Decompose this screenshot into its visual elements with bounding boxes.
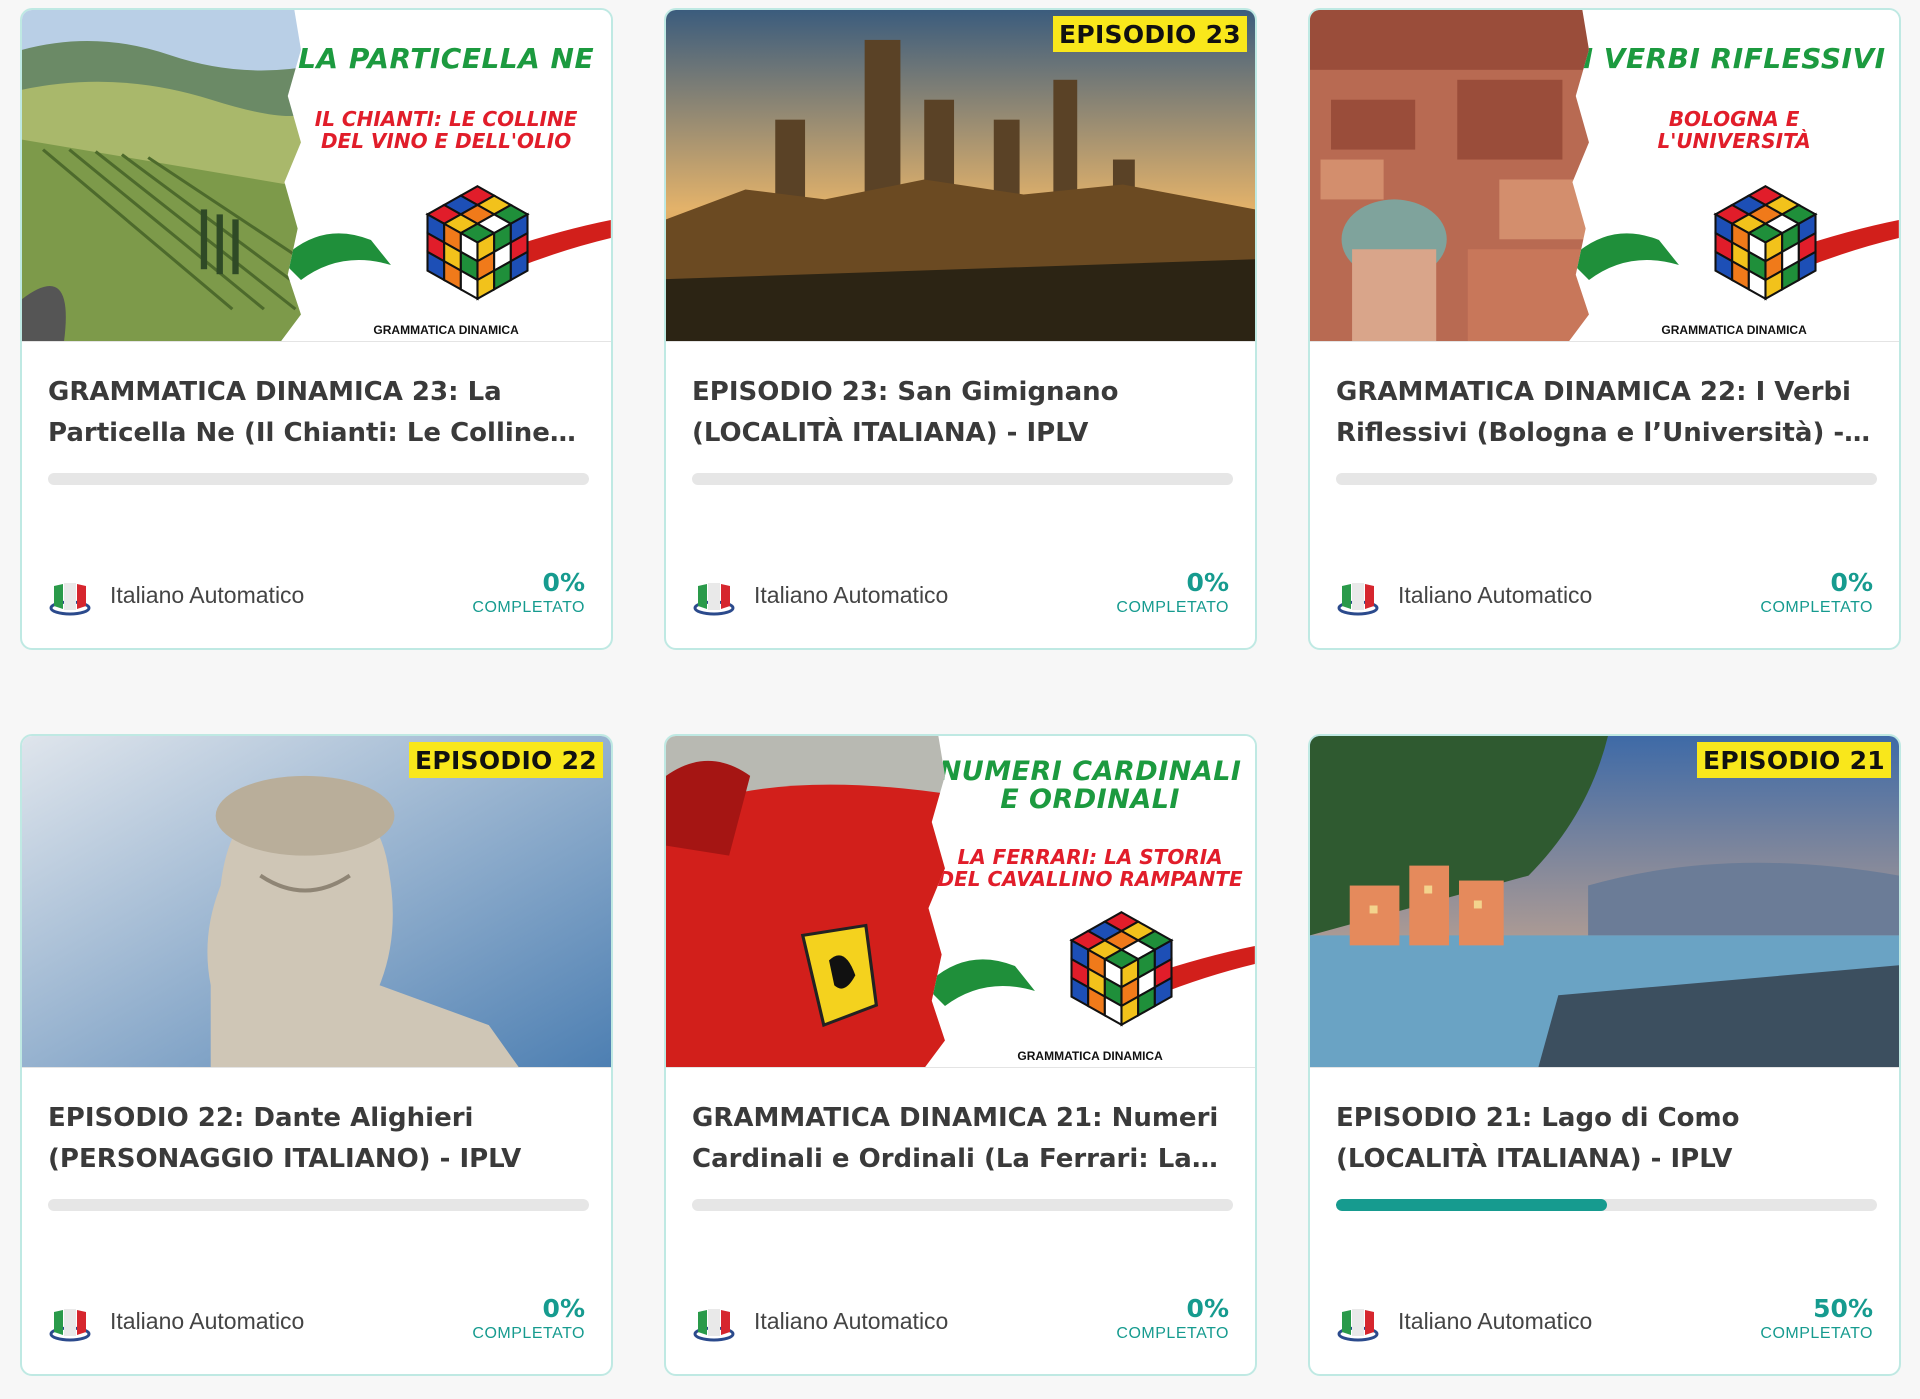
progress-bar <box>1336 1199 1877 1211</box>
card-footer: Italiano Automatico 0% COMPLETATO <box>692 1294 1229 1344</box>
card-footer: Italiano Automatico 50% COMPLETATO <box>1336 1294 1873 1344</box>
progress-bar <box>1336 473 1877 485</box>
completed-label: COMPLETATO <box>472 599 585 616</box>
thumbnail-subheading: BOLOGNA E L'UNIVERSITÀ <box>1657 107 1811 153</box>
course-grid: LA PARTICELLA NE IL CHIANTI: LE COLLINE D… <box>20 8 1901 1376</box>
progress-percent: 50% <box>1813 1294 1873 1323</box>
thumbnail-title-panel: LA PARTICELLA NE IL CHIANTI: LE COLLINE D… <box>281 10 611 341</box>
rubiks-cube-icon <box>420 180 535 305</box>
course-card[interactable]: NUMERI CARDINALI E ORDINALI LA FERRARI: L… <box>664 734 1257 1376</box>
italy-flag-logo-icon <box>48 578 92 616</box>
ferrari-photo <box>666 736 961 1067</box>
course-card[interactable]: EPISODIO 21 EPISODIO 21: Lago di Como (L… <box>1308 734 1901 1376</box>
rubiks-cube-icon <box>1708 180 1823 305</box>
italy-flag-logo-icon <box>692 1304 736 1342</box>
course-title[interactable]: GRAMMATICA DINAMICA 22: I Verbi Riflessi… <box>1336 372 1873 456</box>
completed-label: COMPLETATO <box>1116 1325 1229 1342</box>
progress-percent: 0% <box>1830 568 1873 597</box>
course-title[interactable]: GRAMMATICA DINAMICA 23: La Particella Ne… <box>48 372 585 456</box>
course-card[interactable]: LA PARTICELLA NE IL CHIANTI: LE COLLINE D… <box>20 8 613 650</box>
course-title[interactable]: EPISODIO 21: Lago di Como (LOCALITÀ ITAL… <box>1336 1098 1873 1182</box>
thumbnail-photo <box>666 736 961 1067</box>
completed-label: COMPLETATO <box>1760 599 1873 616</box>
thumbnail-photo <box>1310 10 1605 341</box>
san-gimignano-photo <box>666 10 1255 341</box>
course-title[interactable]: EPISODIO 22: Dante Alighieri (PERSONAGGI… <box>48 1098 585 1182</box>
thumbnail-brand: GRAMMATICA DINAMICA <box>373 323 519 337</box>
course-thumbnail[interactable]: NUMERI CARDINALI E ORDINALI LA FERRARI: L… <box>666 736 1255 1068</box>
episode-badge: EPISODIO 21 <box>1696 742 1891 778</box>
bologna-photo <box>1310 10 1605 341</box>
progress-bar <box>692 473 1233 485</box>
rubiks-cube-icon <box>1064 906 1179 1031</box>
card-footer: Italiano Automatico 0% COMPLETATO <box>692 568 1229 618</box>
card-body: GRAMMATICA DINAMICA 22: I Verbi Riflessi… <box>1310 372 1899 485</box>
course-title[interactable]: GRAMMATICA DINAMICA 21: Numeri Cardinali… <box>692 1098 1229 1182</box>
thumbnail-title-panel: I VERBI RIFLESSIVI BOLOGNA E L'UNIVERSITÀ… <box>1569 10 1899 341</box>
author-name: Italiano Automatico <box>1398 582 1593 608</box>
author-name: Italiano Automatico <box>754 582 949 608</box>
card-footer: Italiano Automatico 0% COMPLETATO <box>1336 568 1873 618</box>
progress-fill <box>1336 1199 1607 1211</box>
lago-di-como-photo <box>1310 736 1899 1067</box>
thumbnail-brand: GRAMMATICA DINAMICA <box>1017 1049 1163 1063</box>
card-footer: Italiano Automatico 0% COMPLETATO <box>48 1294 585 1344</box>
course-card[interactable]: EPISODIO 23 EPISODIO 23: San Gimignano (… <box>664 8 1257 650</box>
progress-percent: 0% <box>1186 1294 1229 1323</box>
card-footer: Italiano Automatico 0% COMPLETATO <box>48 568 585 618</box>
completed-label: COMPLETATO <box>1116 599 1229 616</box>
card-body: GRAMMATICA DINAMICA 21: Numeri Cardinali… <box>666 1098 1255 1211</box>
thumbnail-photo <box>666 10 1255 341</box>
thumbnail-brand: GRAMMATICA DINAMICA <box>1661 323 1807 337</box>
card-body: EPISODIO 21: Lago di Como (LOCALITÀ ITAL… <box>1310 1098 1899 1211</box>
course-card[interactable]: EPISODIO 22 EPISODIO 22: Dante Alighieri… <box>20 734 613 1376</box>
completed-label: COMPLETATO <box>472 1325 585 1342</box>
episode-badge: EPISODIO 23 <box>1052 16 1247 52</box>
progress-bar <box>692 1199 1233 1211</box>
italy-flag-logo-icon <box>1336 1304 1380 1342</box>
author-name: Italiano Automatico <box>110 1308 305 1334</box>
progress-bar <box>48 473 589 485</box>
dante-statue-photo <box>22 736 611 1067</box>
course-card[interactable]: I VERBI RIFLESSIVI BOLOGNA E L'UNIVERSITÀ… <box>1308 8 1901 650</box>
completed-label: COMPLETATO <box>1760 1325 1873 1342</box>
course-thumbnail[interactable]: I VERBI RIFLESSIVI BOLOGNA E L'UNIVERSITÀ… <box>1310 10 1899 342</box>
thumbnail-subheading: IL CHIANTI: LE COLLINE DEL VINO E DELL'O… <box>314 107 578 153</box>
thumbnail-photo <box>22 736 611 1067</box>
author-name: Italiano Automatico <box>1398 1308 1593 1334</box>
course-title[interactable]: EPISODIO 23: San Gimignano (LOCALITÀ ITA… <box>692 372 1229 456</box>
author-name: Italiano Automatico <box>754 1308 949 1334</box>
progress-percent: 0% <box>542 1294 585 1323</box>
italy-flag-logo-icon <box>48 1304 92 1342</box>
progress-bar <box>48 1199 589 1211</box>
progress-percent: 0% <box>1186 568 1229 597</box>
course-thumbnail[interactable]: EPISODIO 22 <box>22 736 611 1068</box>
italy-flag-logo-icon <box>1336 578 1380 616</box>
progress-percent: 0% <box>542 568 585 597</box>
card-body: EPISODIO 23: San Gimignano (LOCALITÀ ITA… <box>666 372 1255 485</box>
thumbnail-photo <box>22 10 317 341</box>
thumbnail-heading: NUMERI CARDINALI E ORDINALI <box>938 756 1242 816</box>
card-body: GRAMMATICA DINAMICA 23: La Particella Ne… <box>22 372 611 485</box>
thumbnail-heading: I VERBI RIFLESSIVI <box>1582 42 1886 75</box>
episode-badge: EPISODIO 22 <box>408 742 603 778</box>
course-thumbnail[interactable]: LA PARTICELLA NE IL CHIANTI: LE COLLINE D… <box>22 10 611 342</box>
thumbnail-subheading: LA FERRARI: LA STORIA DEL CAVALLINO RAMP… <box>937 845 1243 891</box>
thumbnail-title-panel: NUMERI CARDINALI E ORDINALI LA FERRARI: L… <box>925 736 1255 1067</box>
author-name: Italiano Automatico <box>110 582 305 608</box>
thumbnail-heading: LA PARTICELLA NE <box>298 42 595 75</box>
course-thumbnail[interactable]: EPISODIO 23 <box>666 10 1255 342</box>
italy-flag-logo-icon <box>692 578 736 616</box>
course-thumbnail[interactable]: EPISODIO 21 <box>1310 736 1899 1068</box>
thumbnail-photo <box>1310 736 1899 1067</box>
vineyard-photo <box>22 10 317 341</box>
card-body: EPISODIO 22: Dante Alighieri (PERSONAGGI… <box>22 1098 611 1211</box>
